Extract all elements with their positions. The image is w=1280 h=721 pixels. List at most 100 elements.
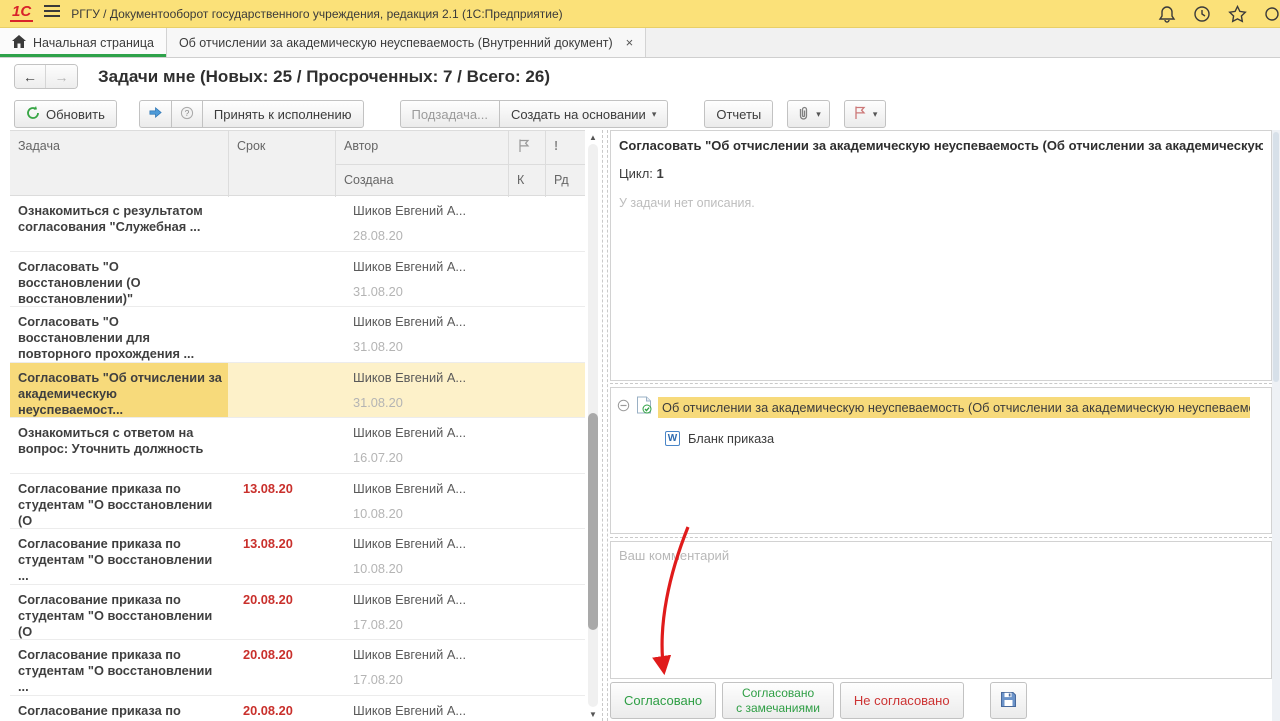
svg-text:?: ? xyxy=(185,108,190,118)
nav-back-button[interactable]: ← xyxy=(15,65,46,88)
due-cell xyxy=(238,363,345,370)
author-cell: Шиков Евгений А... 31.08.20 xyxy=(345,307,518,354)
reject-button[interactable]: Не согласовано xyxy=(840,682,964,719)
author-cell: Шиков Евгений А... 16.07.20 xyxy=(345,418,518,465)
attachment-document-link[interactable]: Об отчислении за академическую неуспевае… xyxy=(658,397,1250,418)
created-date: 10.08.20 xyxy=(353,561,518,576)
task-details-title: Согласовать "Об отчислении за академичес… xyxy=(619,138,1263,153)
created-date: 31.08.20 xyxy=(353,339,518,354)
execute-arrow-button[interactable] xyxy=(139,100,171,128)
no-description-text: У задачи нет описания. xyxy=(619,196,1263,210)
task-row[interactable]: Согласовать "Об отчислении за академичес… xyxy=(10,363,585,419)
hamburger-menu-icon[interactable] xyxy=(43,4,61,23)
column-header-importance[interactable]: ! xyxy=(545,131,585,164)
cycle-row: Цикл: 1 xyxy=(619,166,1263,181)
task-row[interactable]: Согласование приказа по студентам "О вос… xyxy=(10,529,585,585)
panel-splitter[interactable] xyxy=(602,130,608,721)
reports-button[interactable]: Отчеты xyxy=(704,100,773,128)
approve-button[interactable]: Согласовано xyxy=(610,682,716,719)
scroll-up-icon[interactable]: ▲ xyxy=(585,130,601,144)
paperclip-icon xyxy=(796,105,810,123)
due-cell: 20.08.20 xyxy=(238,585,345,607)
tab-close-icon[interactable]: × xyxy=(626,35,634,50)
created-date: 31.08.20 xyxy=(353,395,518,410)
attachment-file-link[interactable]: Бланк приказа xyxy=(688,431,774,446)
attachments-dropdown-button[interactable]: ▾ xyxy=(787,100,830,128)
question-button[interactable]: ? xyxy=(171,100,202,128)
collapse-node-icon[interactable] xyxy=(617,399,630,417)
column-header-author[interactable]: Автор xyxy=(335,131,508,164)
task-cell: Ознакомиться с результатом согласования … xyxy=(10,196,228,251)
author-cell: Шиков Евгений А... 17.08.20 xyxy=(345,585,518,632)
comment-section xyxy=(610,541,1272,679)
task-row[interactable]: Согласование приказа по студентам "О вос… xyxy=(10,585,585,641)
tab-document[interactable]: Об отчислении за академическую неуспевае… xyxy=(167,28,646,57)
favorites-star-icon[interactable] xyxy=(1228,5,1247,23)
author-cell: Шиков Евгений А... 10.08.20 xyxy=(345,529,518,576)
accept-for-execution-button[interactable]: Принять к исполнению xyxy=(202,100,364,128)
comment-input[interactable] xyxy=(611,542,1271,678)
create-based-on-button[interactable]: Создать на основании ▾ xyxy=(499,100,668,128)
created-date: 28.08.20 xyxy=(353,228,518,243)
flag-dropdown-button[interactable]: ▾ xyxy=(844,100,887,128)
task-table-header: Задача Срок Автор Создана К ! Рд xyxy=(10,130,585,196)
task-cell: Согласование приказа по студентам "О вос… xyxy=(10,640,228,695)
task-row[interactable]: Согласование приказа по студентам "О вос… xyxy=(10,640,585,696)
author-name: Шиков Евгений А... xyxy=(353,425,518,440)
column-header-control[interactable]: К xyxy=(508,164,545,197)
due-cell: 20.08.20 xyxy=(238,696,345,718)
task-row[interactable]: Согласовать "О восстановлении для повтор… xyxy=(10,307,585,363)
flag-icon xyxy=(853,105,867,123)
toolbar: Обновить ? Принять к исполнению Подзадач… xyxy=(14,100,886,128)
refresh-button[interactable]: Обновить xyxy=(14,100,117,128)
task-row[interactable]: Согласовать "О восстановлении (О восстан… xyxy=(10,252,585,308)
column-header-due[interactable]: Срок xyxy=(228,131,335,197)
approve-with-remarks-button[interactable]: Согласовано с замечаниями xyxy=(722,682,834,719)
due-cell xyxy=(238,418,345,425)
notifications-bell-icon[interactable] xyxy=(1158,5,1176,23)
author-cell: Шиков Евгений А... 10.08.20 xyxy=(345,474,518,521)
scrollbar-thumb[interactable] xyxy=(588,413,598,630)
author-cell: Шиков Евгений А... xyxy=(345,696,518,721)
author-name: Шиков Евгений А... xyxy=(353,536,518,551)
due-cell xyxy=(238,307,345,314)
author-name: Шиков Евгений А... xyxy=(353,647,518,662)
column-header-task[interactable]: Задача xyxy=(10,131,228,197)
task-row[interactable]: Ознакомиться с результатом согласования … xyxy=(10,196,585,252)
task-row[interactable]: Согласование приказа по студентам "О вос… xyxy=(10,474,585,530)
task-cell: Согласование приказа по студентам "О вос… xyxy=(10,585,228,640)
created-date: 17.08.20 xyxy=(353,672,518,687)
task-row[interactable]: Согласование приказа по 20.08.20 Шиков Е… xyxy=(10,696,585,721)
task-cell: Согласование приказа по студентам "О вос… xyxy=(10,529,228,584)
task-cell: Согласование приказа по студентам "О вос… xyxy=(10,474,228,529)
tab-home[interactable]: Начальная страница xyxy=(0,28,167,57)
created-date: 17.08.20 xyxy=(353,617,518,632)
column-header-rd[interactable]: Рд xyxy=(545,164,585,197)
task-list-scrollbar: ▲ ▼ xyxy=(585,130,601,721)
column-header-created[interactable]: Создана xyxy=(335,164,508,197)
due-cell: 20.08.20 xyxy=(238,640,345,662)
author-name: Шиков Евгений А... xyxy=(353,203,518,218)
author-name: Шиков Евгений А... xyxy=(353,703,518,718)
task-row[interactable]: Ознакомиться с ответом на вопрос: Уточни… xyxy=(10,418,585,474)
created-date: 10.08.20 xyxy=(353,506,518,521)
titlebar: 1С РГГУ / Документооборот государственно… xyxy=(0,0,1280,28)
scroll-down-icon[interactable]: ▼ xyxy=(585,707,601,721)
search-icon[interactable] xyxy=(1264,5,1280,23)
word-file-icon: W xyxy=(665,431,680,446)
section-splitter[interactable] xyxy=(610,383,1272,384)
1c-logo-icon: 1С xyxy=(10,5,33,22)
save-button[interactable] xyxy=(990,682,1027,719)
author-name: Шиков Евгений А... xyxy=(353,259,518,274)
details-scrollbar-thumb[interactable] xyxy=(1273,132,1279,382)
subtask-button[interactable]: Подзадача... xyxy=(400,100,499,128)
task-cell: Согласовать "Об отчислении за академичес… xyxy=(10,363,228,418)
section-splitter[interactable] xyxy=(610,537,1272,538)
task-details-section: Согласовать "Об отчислении за академичес… xyxy=(610,130,1272,381)
history-icon[interactable] xyxy=(1193,5,1211,23)
decision-buttons: Согласовано Согласовано с замечаниями Не… xyxy=(610,682,1027,719)
nav-forward-button[interactable]: → xyxy=(46,65,77,88)
due-cell: 13.08.20 xyxy=(238,529,345,551)
column-header-flag[interactable] xyxy=(508,131,545,164)
task-list-panel: Задача Срок Автор Создана К ! Рд Ознаком… xyxy=(10,130,585,721)
